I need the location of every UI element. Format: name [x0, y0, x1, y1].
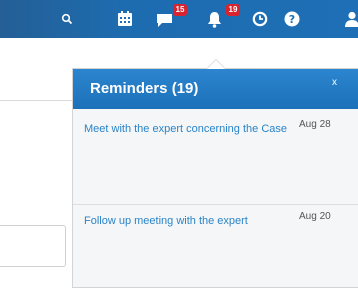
calendar-icon[interactable] [116, 9, 134, 28]
reminders-dropdown: Reminders (19) x Meet with the expert co… [72, 68, 358, 288]
reminder-item[interactable]: Follow up meeting with the expert Aug 20 [73, 201, 358, 279]
dropdown-caret [207, 60, 225, 69]
reminder-link[interactable]: Meet with the expert concerning the Case [84, 119, 294, 139]
user-icon[interactable] [344, 10, 358, 28]
close-button[interactable]: x [332, 77, 337, 88]
reminder-item[interactable]: Meet with the expert concerning the Case… [73, 109, 358, 187]
top-navigation-bar: 15 19 ? [0, 0, 358, 38]
reminders-header: Reminders (19) x [73, 69, 358, 109]
chat-icon[interactable] [155, 12, 173, 28]
messages-badge: 15 [173, 4, 187, 16]
text-input[interactable] [0, 225, 66, 267]
divider [0, 100, 72, 101]
reminders-title: Reminders (19) [90, 80, 199, 97]
help-icon[interactable]: ? [283, 10, 301, 28]
clock-icon[interactable] [251, 10, 269, 28]
reminder-date: Aug 20 [299, 211, 331, 222]
reminder-date: Aug 28 [299, 119, 331, 130]
notifications-badge: 19 [226, 4, 240, 16]
reminder-link[interactable]: Follow up meeting with the expert [84, 211, 294, 231]
svg-text:?: ? [289, 13, 295, 26]
search-icon[interactable] [60, 11, 74, 27]
main-content-area [0, 38, 72, 283]
bell-icon[interactable] [205, 10, 223, 28]
